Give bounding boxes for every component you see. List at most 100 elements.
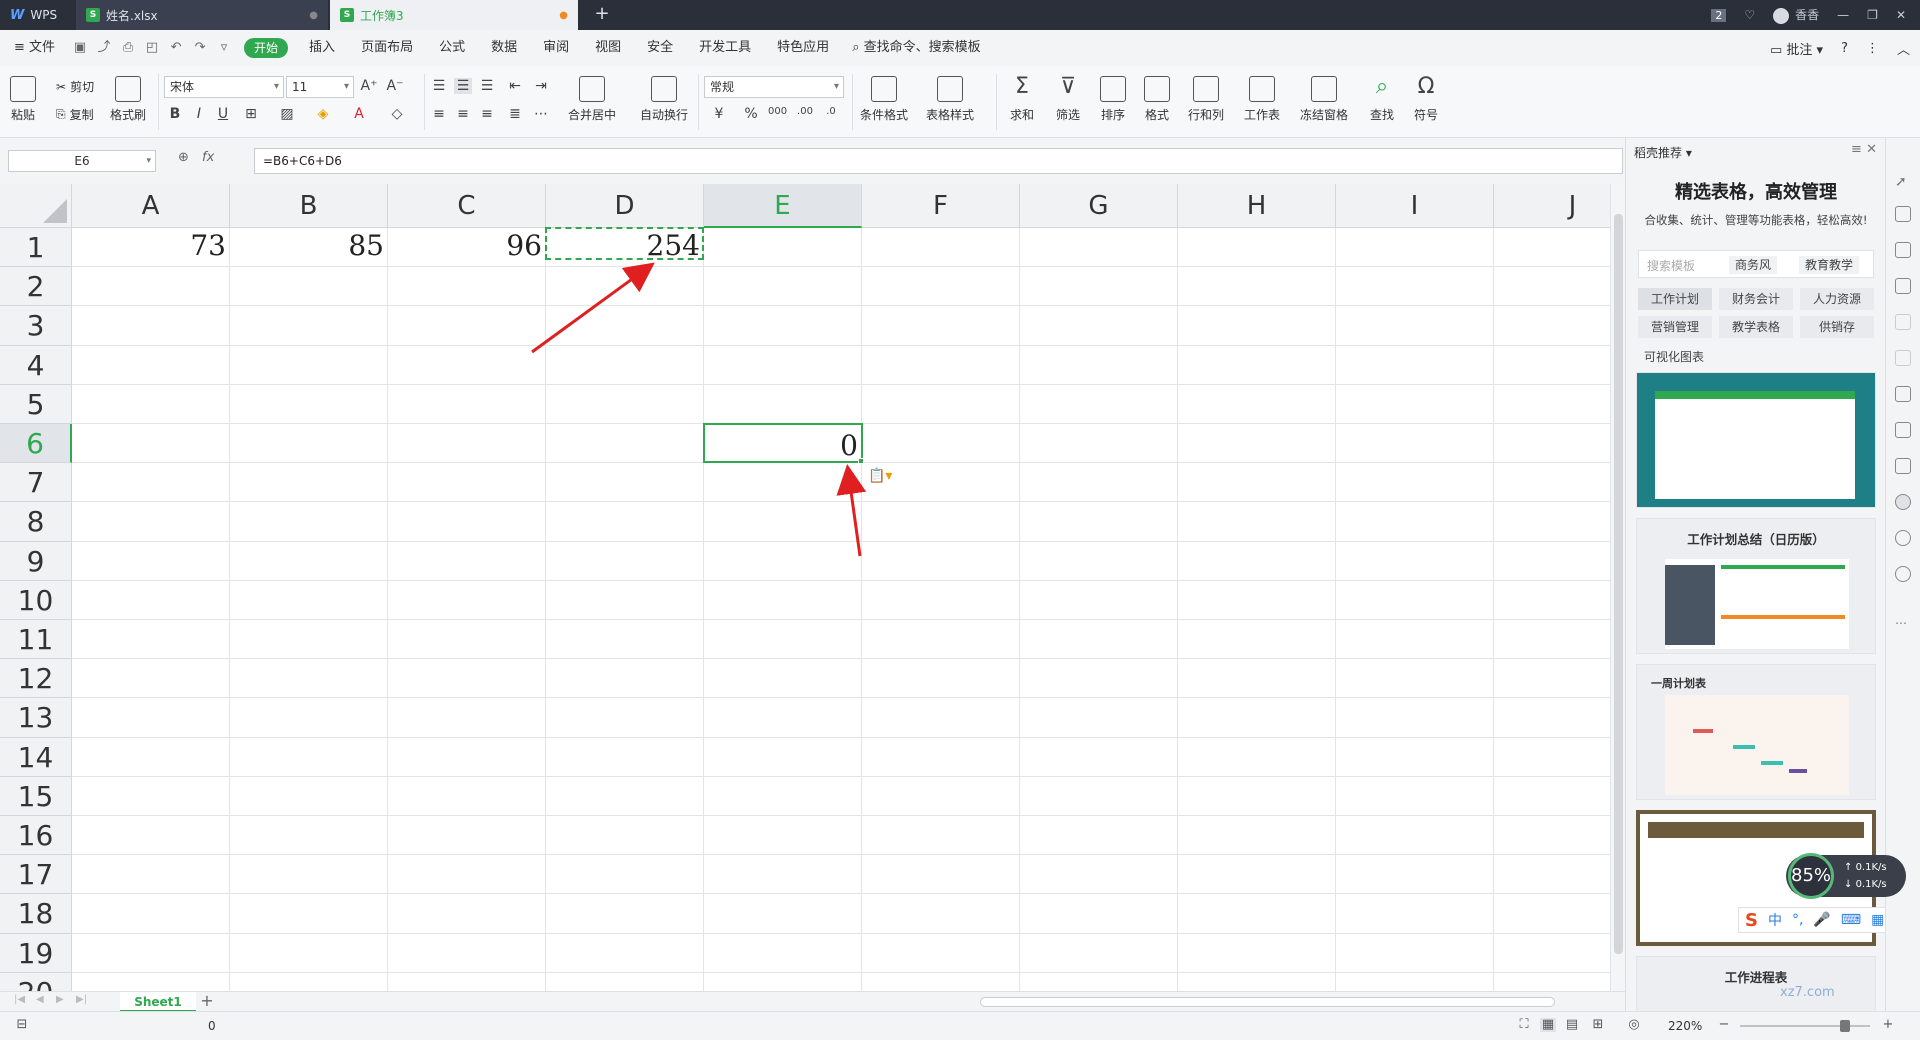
minimize-icon[interactable]: — xyxy=(1837,8,1849,22)
column-header-I[interactable]: I xyxy=(1336,184,1494,228)
chip-business[interactable]: 商务风 xyxy=(1729,256,1778,274)
print-icon[interactable]: ⎙ xyxy=(121,41,135,55)
fx-button[interactable]: fx xyxy=(202,150,214,165)
network-monitor-widget[interactable]: 85% ↑ 0.1K/s ↓ 0.1K/s xyxy=(1786,853,1906,899)
document-icon[interactable] xyxy=(1895,386,1911,402)
row-col-button[interactable]: 行和列 xyxy=(1188,76,1224,123)
row-header-15[interactable]: 15 xyxy=(0,776,72,816)
cut-button[interactable]: ✂ 剪切 xyxy=(56,78,94,95)
fill-handle[interactable] xyxy=(858,458,864,464)
category-work-plan[interactable]: 工作计划 xyxy=(1638,288,1712,310)
tab-file-xingming[interactable]: S 姓名.xlsx ● xyxy=(76,0,328,30)
next-sheet-icon[interactable]: ▶ xyxy=(56,994,64,1005)
zoom-level[interactable]: 220% xyxy=(1668,1019,1702,1033)
align-center-icon[interactable]: ≡ xyxy=(454,106,472,122)
category-marketing[interactable]: 营销管理 xyxy=(1638,316,1712,338)
panel-menu-icon[interactable]: ≡ xyxy=(1851,142,1862,157)
row-header-11[interactable]: 11 xyxy=(0,620,72,660)
wrap-text-button[interactable]: 自动换行 xyxy=(640,76,688,123)
share-icon[interactable]: ⤴ xyxy=(97,41,111,55)
sort-button[interactable]: 排序 xyxy=(1100,76,1126,123)
help-icon[interactable] xyxy=(1895,566,1911,582)
border-icon[interactable]: ⊞ xyxy=(242,106,260,122)
row-header-13[interactable]: 13 xyxy=(0,698,72,738)
last-sheet-icon[interactable]: ▶| xyxy=(76,994,87,1005)
zoom-slider-knob[interactable] xyxy=(1840,1020,1850,1032)
conditional-format-button[interactable]: 条件格式 xyxy=(860,76,908,123)
column-header-D[interactable]: D xyxy=(546,184,704,228)
prev-sheet-icon[interactable]: ◀ xyxy=(36,994,44,1005)
panel-header[interactable]: 稻壳推荐 ▾ xyxy=(1634,144,1692,161)
window-count-badge[interactable]: 2 xyxy=(1711,8,1727,22)
indent-increase-icon[interactable]: ⇥ xyxy=(532,78,550,94)
italic-icon[interactable]: I xyxy=(190,106,208,122)
row-header-16[interactable]: 16 xyxy=(0,816,72,856)
filter-button[interactable]: ⊽ 筛选 xyxy=(1056,74,1080,123)
sheet-tab-sheet1[interactable]: Sheet1 xyxy=(120,992,196,1012)
underline-icon[interactable]: U xyxy=(214,106,232,122)
cell-B1[interactable]: 85 xyxy=(230,228,388,262)
align-middle-icon[interactable]: ☰ xyxy=(454,78,472,94)
sum-button[interactable]: Σ 求和 xyxy=(1010,74,1034,123)
chip-education[interactable]: 教育教学 xyxy=(1799,256,1860,274)
command-search[interactable]: ⌕ 查找命令、搜索模板 xyxy=(842,30,993,66)
row-header-20[interactable]: 20 xyxy=(0,972,72,991)
column-header-J[interactable]: J xyxy=(1494,184,1610,228)
align-top-icon[interactable]: ☰ xyxy=(430,78,448,94)
close-window-icon[interactable]: ✕ xyxy=(1896,8,1906,22)
thousands-icon[interactable]: 000 xyxy=(768,106,787,117)
distribute-icon[interactable]: ⋯ xyxy=(532,106,550,122)
tab-security[interactable]: 安全 xyxy=(634,30,686,66)
row-header-4[interactable]: 4 xyxy=(0,345,72,385)
menu-file[interactable]: ≡ 文件 xyxy=(0,30,68,66)
page-layout-icon[interactable]: ▤ xyxy=(1564,1018,1580,1032)
row-header-3[interactable]: 3 xyxy=(0,306,72,346)
row-header-6[interactable]: 6 xyxy=(0,424,72,464)
help-button[interactable]: ? xyxy=(1841,41,1848,56)
template-card[interactable]: 工作进程表 xyxy=(1636,956,1876,1011)
template-card[interactable] xyxy=(1636,372,1876,508)
category-supply[interactable]: 供销存 xyxy=(1800,316,1874,338)
history-icon[interactable] xyxy=(1895,530,1911,546)
tab-review[interactable]: 审阅 xyxy=(530,30,582,66)
worksheet-button[interactable]: 工作表 xyxy=(1244,76,1280,123)
microphone-icon[interactable]: 🎤 xyxy=(1813,912,1830,928)
tab-page-layout[interactable]: 页面布局 xyxy=(348,30,426,66)
merge-center-button[interactable]: 合并居中 xyxy=(568,76,616,123)
font-color-icon[interactable]: A xyxy=(350,106,368,122)
justify-icon[interactable]: ≣ xyxy=(506,106,524,122)
ime-toolbar[interactable]: S 中 °, 🎤 ⌨ ▦ xyxy=(1738,907,1886,933)
collapse-ribbon-icon[interactable]: ︿ xyxy=(1897,39,1910,58)
visual-chart-link[interactable]: 可视化图表 xyxy=(1644,348,1704,365)
reading-mode-icon[interactable]: ◎ xyxy=(1626,1018,1642,1032)
format-painter-button[interactable]: 格式刷 xyxy=(110,76,146,123)
font-name-select[interactable]: 宋体 xyxy=(164,76,284,98)
close-icon[interactable]: ● xyxy=(309,10,318,21)
symbol-button[interactable]: Ω 符号 xyxy=(1414,74,1438,123)
shapes-icon[interactable] xyxy=(1895,206,1911,222)
row-header-2[interactable]: 2 xyxy=(0,267,72,307)
eye-protect-icon[interactable]: ⛶ xyxy=(1516,1018,1532,1032)
panel-close-icon[interactable]: ✕ xyxy=(1866,142,1877,157)
fill-style-icon[interactable]: ▨ xyxy=(278,106,296,122)
cursor-icon[interactable]: ➚ xyxy=(1895,174,1911,190)
select-all-corner[interactable] xyxy=(0,184,72,228)
restore-icon[interactable]: ❐ xyxy=(1867,8,1878,22)
normal-view-icon[interactable]: ▦ xyxy=(1540,1018,1556,1032)
row-header-1[interactable]: 1 xyxy=(0,228,72,268)
align-right-icon[interactable]: ≡ xyxy=(478,106,496,122)
more-icon[interactable]: ▿ xyxy=(217,41,231,55)
column-header-G[interactable]: G xyxy=(1020,184,1178,228)
formula-input[interactable]: =B6+C6+D6 xyxy=(254,148,1623,174)
column-header-C[interactable]: C xyxy=(388,184,546,228)
bold-icon[interactable]: B xyxy=(166,106,184,122)
currency-icon[interactable]: ¥ xyxy=(710,106,728,122)
number-format-select[interactable]: 常规 xyxy=(704,76,844,98)
name-box[interactable]: E6 xyxy=(8,150,156,172)
scroll-thumb[interactable] xyxy=(1614,214,1623,954)
ime-mode[interactable]: 中 xyxy=(1768,910,1782,930)
freeze-button[interactable]: 冻结窗格 xyxy=(1300,76,1348,123)
horizontal-scrollbar[interactable] xyxy=(980,997,1555,1007)
image-icon[interactable] xyxy=(1895,458,1911,474)
tab-special[interactable]: 特色应用 xyxy=(764,30,842,66)
